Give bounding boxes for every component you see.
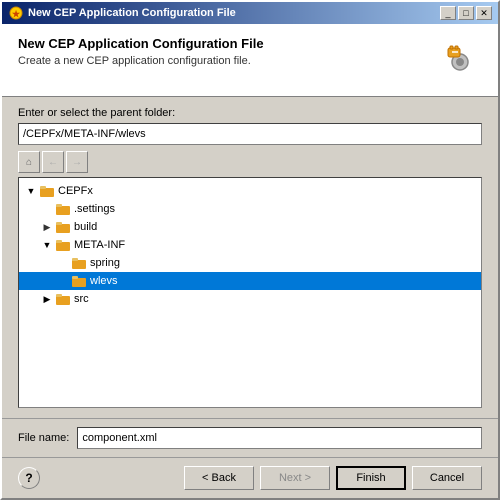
button-bar: ? < Back Next > Finish Cancel [2,457,498,498]
folder-icon-settings [55,201,71,217]
window-title: New CEP Application Configuration File [28,7,236,19]
file-label: File name: [18,432,69,444]
tree-label-settings: .settings [74,203,115,215]
folder-icon-metainf [55,237,71,253]
header-section: New CEP Application Configuration File C… [2,24,498,97]
file-section: File name: [2,418,498,457]
finish-button[interactable]: Finish [336,466,406,490]
title-bar-buttons: _ □ ✕ [440,6,492,20]
home-button[interactable]: ⌂ [18,151,40,173]
tree-label-wlevs: wlevs [90,275,118,287]
folder-label: Enter or select the parent folder: [18,107,482,119]
header-text: New CEP Application Configuration File C… [18,36,264,67]
file-name-input[interactable] [77,427,482,449]
tree-item-build[interactable]: ▶ build [19,218,481,236]
header-icon [434,36,482,84]
tree-label-src: src [74,293,89,305]
window-icon: ★ [8,5,24,21]
tree-item-spring[interactable]: spring [19,254,481,272]
folder-icon-cepfx [39,183,55,199]
help-button[interactable]: ? [18,467,40,489]
expander-build[interactable]: ▶ [39,219,55,235]
tree-item-wlevs[interactable]: wlevs [19,272,481,290]
dialog-title: New CEP Application Configuration File [18,36,264,51]
minimize-button[interactable]: _ [440,6,456,20]
main-window: ★ New CEP Application Configuration File… [0,0,500,500]
folder-icon-spring [71,255,87,271]
tree-label-metainf: META-INF [74,239,125,251]
svg-text:★: ★ [12,9,21,19]
tree-label-cepfx: CEPFx [58,185,93,197]
tree-item-metainf[interactable]: ▼ META-INF [19,236,481,254]
tree-item-src[interactable]: ▶ src [19,290,481,308]
cancel-button[interactable]: Cancel [412,466,482,490]
tree-label-spring: spring [90,257,120,269]
expander-src[interactable]: ▶ [39,291,55,307]
expander-metainf[interactable]: ▼ [39,237,55,253]
tree-toolbar: ⌂ ← → [18,151,482,173]
title-bar-left: ★ New CEP Application Configuration File [8,5,236,21]
back-button[interactable]: ← [42,151,64,173]
folder-tree[interactable]: ▼ CEPFx ▶ .se [18,177,482,408]
close-button[interactable]: ✕ [476,6,492,20]
tree-item-settings[interactable]: ▶ .settings [19,200,481,218]
folder-icon-build [55,219,71,235]
title-bar: ★ New CEP Application Configuration File… [2,2,498,24]
maximize-button[interactable]: □ [458,6,474,20]
tree-label-build: build [74,221,97,233]
next-button[interactable]: Next > [260,466,330,490]
dialog-subtitle: Create a new CEP application configurati… [18,55,264,67]
back-nav-button[interactable]: < Back [184,466,254,490]
form-section: Enter or select the parent folder: ⌂ ← →… [2,97,498,418]
folder-icon-src [55,291,71,307]
folder-icon-wlevs [71,273,87,289]
tree-item-cepfx[interactable]: ▼ CEPFx [19,182,481,200]
forward-button[interactable]: → [66,151,88,173]
expander-cepfx[interactable]: ▼ [23,183,39,199]
folder-path-input[interactable] [18,123,482,145]
action-buttons: < Back Next > Finish Cancel [184,466,482,490]
